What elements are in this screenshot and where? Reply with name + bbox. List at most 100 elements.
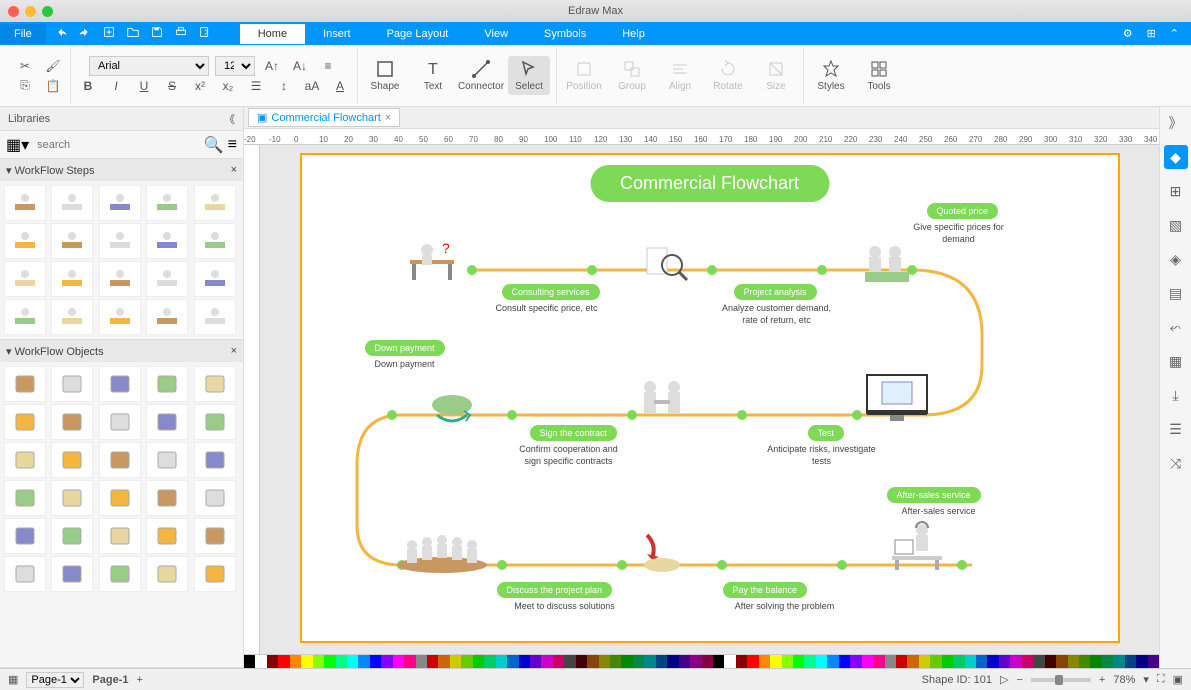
flow-label[interactable]: Down payment: [365, 340, 445, 356]
filter-icon[interactable]: ≡: [228, 136, 237, 154]
color-swatch[interactable]: [987, 655, 998, 668]
color-swatch[interactable]: [816, 655, 827, 668]
search-input[interactable]: [33, 135, 200, 155]
money-people-icon[interactable]: [857, 240, 917, 290]
align-icon[interactable]: ≡: [317, 56, 339, 76]
color-palette[interactable]: [244, 654, 1159, 668]
color-swatch[interactable]: [507, 655, 518, 668]
color-swatch[interactable]: [1102, 655, 1113, 668]
position-button[interactable]: Position: [563, 56, 605, 95]
color-swatch[interactable]: [267, 655, 278, 668]
format-painter-icon[interactable]: 🖌: [42, 56, 64, 76]
styles-button[interactable]: Styles: [810, 56, 852, 95]
color-swatch[interactable]: [736, 655, 747, 668]
color-swatch[interactable]: [862, 655, 873, 668]
color-swatch[interactable]: [1068, 655, 1079, 668]
color-swatch[interactable]: [713, 655, 724, 668]
zoom-out-icon[interactable]: −: [1016, 674, 1022, 686]
meeting-icon[interactable]: [392, 530, 492, 580]
fullscreen-icon[interactable]: ▣: [1173, 673, 1183, 686]
color-swatch[interactable]: [965, 655, 976, 668]
color-swatch[interactable]: [919, 655, 930, 668]
lib-step-item[interactable]: [194, 299, 236, 335]
font-size-select[interactable]: 12: [215, 56, 255, 76]
zoom-in-icon[interactable]: +: [1099, 674, 1105, 686]
tools-button[interactable]: Tools: [858, 56, 900, 95]
lib-step-item[interactable]: [99, 185, 141, 221]
undo-icon[interactable]: [54, 25, 68, 42]
font-color-icon[interactable]: A: [329, 76, 351, 96]
tab-home[interactable]: Home: [240, 24, 305, 44]
increase-font-icon[interactable]: A↑: [261, 56, 283, 76]
lib-object-item[interactable]: [51, 366, 93, 402]
color-swatch[interactable]: [461, 655, 472, 668]
document-tab[interactable]: ▣ Commercial Flowchart ×: [248, 108, 400, 127]
color-swatch[interactable]: [885, 655, 896, 668]
flow-text[interactable]: Meet to discuss solutions: [510, 601, 620, 613]
color-swatch[interactable]: [301, 655, 312, 668]
bold-icon[interactable]: B: [77, 76, 99, 96]
flow-text[interactable]: After solving the problem: [730, 601, 840, 613]
flow-label[interactable]: Test: [808, 425, 845, 441]
lib-object-item[interactable]: [194, 480, 236, 516]
color-swatch[interactable]: [667, 655, 678, 668]
lib-object-item[interactable]: [194, 518, 236, 554]
lib-step-item[interactable]: [4, 299, 46, 335]
save-icon[interactable]: [150, 25, 164, 42]
table-icon[interactable]: ▦: [1164, 349, 1188, 373]
library-menu-icon[interactable]: ▦▾: [6, 135, 29, 155]
lib-object-item[interactable]: [4, 366, 46, 402]
superscript-icon[interactable]: x²: [189, 76, 211, 96]
strike-icon[interactable]: S: [161, 76, 183, 96]
align-button[interactable]: Align: [659, 56, 701, 95]
pages-icon[interactable]: ▤: [1164, 281, 1188, 305]
lib-object-item[interactable]: [4, 480, 46, 516]
lib-step-item[interactable]: [194, 185, 236, 221]
color-swatch[interactable]: [336, 655, 347, 668]
handshake-icon[interactable]: [632, 375, 692, 425]
color-swatch[interactable]: [564, 655, 575, 668]
lib-step-item[interactable]: [51, 185, 93, 221]
color-swatch[interactable]: [416, 655, 427, 668]
lib-object-item[interactable]: [99, 442, 141, 478]
color-swatch[interactable]: [999, 655, 1010, 668]
image-panel-icon[interactable]: ▧: [1164, 213, 1188, 237]
close-tab-icon[interactable]: ×: [385, 112, 391, 124]
color-swatch[interactable]: [621, 655, 632, 668]
theme-icon[interactable]: ◆: [1164, 145, 1188, 169]
close-window[interactable]: [8, 6, 19, 17]
color-swatch[interactable]: [278, 655, 289, 668]
grid-panel-icon[interactable]: ⊞: [1164, 179, 1188, 203]
shape-button[interactable]: Shape: [364, 56, 406, 95]
lib-step-item[interactable]: [146, 223, 188, 259]
color-swatch[interactable]: [438, 655, 449, 668]
apps-icon[interactable]: ⊞: [1147, 27, 1156, 40]
monitor-icon[interactable]: [862, 370, 932, 420]
color-swatch[interactable]: [702, 655, 713, 668]
flow-text[interactable]: After-sales service: [884, 506, 994, 518]
color-swatch[interactable]: [496, 655, 507, 668]
color-swatch[interactable]: [1136, 655, 1147, 668]
color-swatch[interactable]: [1090, 655, 1101, 668]
color-swatch[interactable]: [839, 655, 850, 668]
color-swatch[interactable]: [976, 655, 987, 668]
color-swatch[interactable]: [358, 655, 369, 668]
color-swatch[interactable]: [519, 655, 530, 668]
lib-object-item[interactable]: [51, 556, 93, 592]
font-select[interactable]: Arial: [89, 56, 209, 76]
flow-label[interactable]: Pay the balance: [723, 582, 808, 598]
flow-text[interactable]: Analyze customer demand, rate of return,…: [722, 303, 832, 326]
color-swatch[interactable]: [324, 655, 335, 668]
tab-help[interactable]: Help: [604, 24, 663, 44]
lib-object-item[interactable]: [4, 556, 46, 592]
color-swatch[interactable]: [644, 655, 655, 668]
flow-label[interactable]: Consulting services: [502, 284, 600, 300]
color-swatch[interactable]: [576, 655, 587, 668]
color-swatch[interactable]: [759, 655, 770, 668]
color-swatch[interactable]: [599, 655, 610, 668]
lib-step-item[interactable]: [4, 185, 46, 221]
lib-step-item[interactable]: [146, 185, 188, 221]
lib-object-item[interactable]: [146, 480, 188, 516]
color-swatch[interactable]: [724, 655, 735, 668]
file-menu[interactable]: File: [0, 24, 46, 44]
